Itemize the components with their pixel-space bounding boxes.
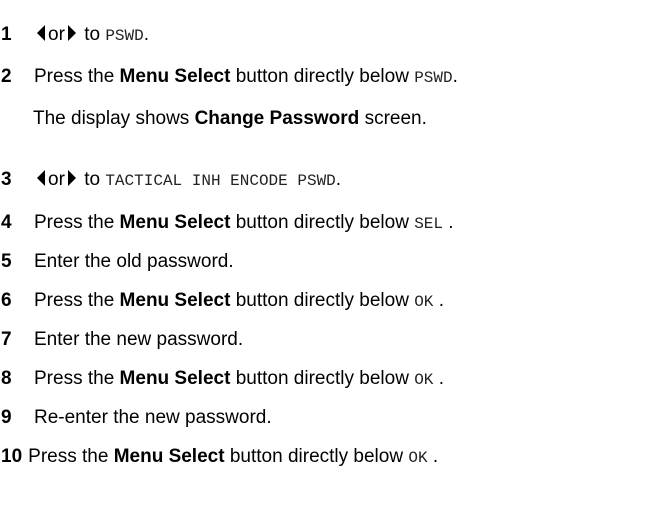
display-code: PSWD	[105, 27, 144, 45]
step-10: 10 Press the Menu Select button directly …	[0, 441, 438, 473]
step-text: Re-enter the new password.	[34, 407, 272, 428]
to-text: to	[84, 169, 101, 190]
screen-name: Change Password	[194, 108, 360, 129]
note-text-pre: The display shows	[33, 108, 190, 129]
button-name: Menu Select	[119, 66, 231, 87]
button-name: Menu Select	[119, 290, 231, 311]
step-text-pre: Press the	[34, 66, 115, 87]
step-number: 6	[1, 290, 12, 311]
step-number: 2	[1, 66, 12, 87]
step-5: 5 Enter the old password.	[0, 246, 234, 278]
step-number: 4	[1, 212, 12, 233]
step-number: 3	[1, 169, 12, 190]
period: .	[452, 66, 458, 87]
step-number: 9	[1, 407, 12, 428]
display-code: OK	[414, 293, 434, 311]
step-text-pre: Press the	[34, 212, 115, 233]
step-3: 3 or to TACTICAL INH ENCODE PSWD.	[0, 164, 341, 196]
step-text-post: button directly below	[235, 212, 409, 233]
period: .	[448, 212, 454, 233]
display-code: OK	[414, 371, 434, 389]
display-code: OK	[408, 449, 428, 467]
step-7: 7 Enter the new password.	[0, 324, 243, 356]
step-number: 8	[1, 368, 12, 389]
right-arrow-icon	[65, 169, 79, 187]
or-text: or	[48, 24, 65, 45]
step-text-pre: Press the	[34, 368, 115, 389]
display-code: SEL	[414, 215, 444, 233]
button-name: Menu Select	[119, 212, 231, 233]
step-text-post: button directly below	[235, 368, 409, 389]
display-code: PSWD	[414, 69, 453, 87]
step-text-pre: Press the	[28, 446, 109, 467]
right-arrow-icon	[65, 24, 79, 42]
step-2: 2 Press the Menu Select button directly b…	[0, 61, 458, 93]
step-text: Enter the old password.	[34, 251, 234, 272]
instruction-list: 1 or to PSWD. 2 Press the Menu Select butt…	[0, 0, 652, 527]
left-arrow-icon	[34, 24, 48, 42]
step-4: 4 Press the Menu Select button directly b…	[0, 207, 454, 239]
step-9: 9 Re-enter the new password.	[0, 402, 272, 434]
or-text: or	[48, 169, 65, 190]
button-name: Menu Select	[113, 446, 225, 467]
step-6: 6 Press the Menu Select button directly b…	[0, 285, 444, 317]
step-number: 10	[1, 446, 23, 467]
step-text-pre: Press the	[34, 290, 115, 311]
period: .	[438, 368, 444, 389]
step-number: 1	[1, 24, 12, 45]
button-name: Menu Select	[119, 368, 231, 389]
step-2-note: The display shows Change Password screen…	[33, 103, 427, 135]
step-text: Enter the new password.	[34, 329, 244, 350]
period: .	[432, 446, 439, 467]
period: .	[143, 24, 150, 45]
left-arrow-icon	[34, 169, 48, 187]
period: .	[335, 169, 342, 190]
step-8: 8 Press the Menu Select button directly b…	[0, 363, 444, 395]
step-text-post: button directly below	[235, 290, 409, 311]
display-code: TACTICAL INH ENCODE PSWD	[105, 172, 336, 190]
step-text-post: button directly below	[235, 66, 409, 87]
to-text: to	[84, 24, 101, 45]
step-number: 7	[1, 329, 12, 350]
note-text-post: screen.	[364, 108, 427, 129]
step-number: 5	[1, 251, 12, 272]
step-text-post: button directly below	[229, 446, 404, 467]
period: .	[438, 290, 444, 311]
step-1: 1 or to PSWD.	[0, 19, 149, 51]
